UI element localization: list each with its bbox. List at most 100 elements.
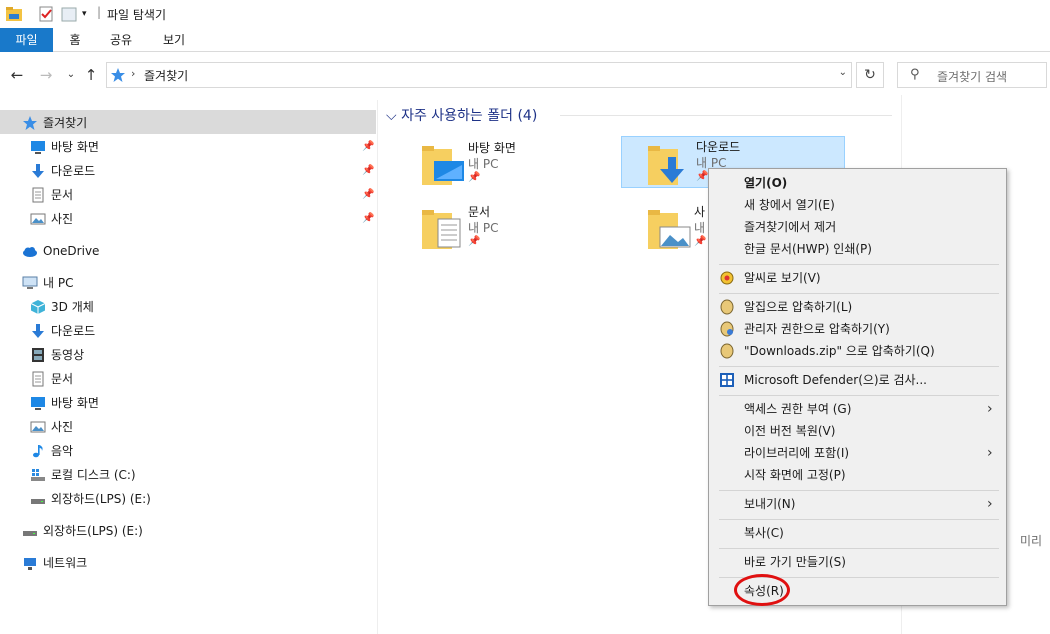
- desktop-icon: [31, 397, 45, 410]
- menu-item-restore-previous[interactable]: 이전 버전 복원(V): [709, 420, 1006, 442]
- address-bar[interactable]: › 즐겨찾기 ⌄: [106, 62, 852, 88]
- menu-item-alsee-view[interactable]: 알씨로 보기(V): [709, 267, 1006, 289]
- computer-icon: [22, 276, 38, 289]
- menu-item-label: 새 창에서 열기(E): [744, 198, 835, 212]
- back-arrow-icon[interactable]: ←: [8, 66, 26, 84]
- sidebar-item-label: 바탕 화면: [51, 140, 99, 154]
- collapse-chevron-icon: ⌵: [386, 108, 402, 124]
- windows-drive-icon: [31, 469, 45, 481]
- menu-item-hwp-print[interactable]: 한글 문서(HWP) 인쇄(P): [709, 238, 1006, 260]
- sidebar-item-label: 다운로드: [51, 324, 96, 338]
- alzip-icon: [720, 343, 734, 359]
- group-divider: [560, 115, 892, 116]
- menu-item-label: "Downloads.zip" 으로 압축하기(Q): [744, 344, 935, 358]
- ribbon-tabs: 파일 홈 공유 보기: [0, 28, 1050, 52]
- menu-item-label: 시작 화면에 고정(P): [744, 468, 846, 482]
- pin-icon: 📌: [362, 213, 375, 224]
- menu-item-open-new-window[interactable]: 새 창에서 열기(E): [709, 194, 1006, 216]
- menu-item-pin-to-start[interactable]: 시작 화면에 고정(P): [709, 464, 1006, 486]
- sidebar-item-label: 동영상: [51, 348, 85, 362]
- customize-dropdown-icon[interactable]: ▾: [82, 9, 87, 19]
- tab-home[interactable]: 홈: [62, 28, 88, 52]
- star-icon: [23, 116, 37, 130]
- pin-icon: 📌: [468, 236, 481, 247]
- search-box[interactable]: ⚲ 즐겨찾기 검색: [897, 62, 1047, 88]
- frequent-folders-header[interactable]: ⌵ 자주 사용하는 폴더 (4): [386, 105, 537, 125]
- address-path[interactable]: 즐겨찾기: [144, 67, 188, 84]
- network-icon: [24, 558, 36, 570]
- menu-item-label: 알집으로 압축하기(L): [744, 300, 853, 314]
- tab-view[interactable]: 보기: [157, 28, 191, 52]
- menu-item-label: 열기(O): [744, 176, 788, 190]
- menu-item-compress-to-zip[interactable]: "Downloads.zip" 으로 압축하기(Q): [709, 340, 1006, 362]
- menu-item-open[interactable]: 열기(O): [709, 172, 1006, 194]
- menu-item-alzip-compress[interactable]: 알집으로 압축하기(L): [709, 296, 1006, 318]
- menu-item-include-library[interactable]: 라이브러리에 포함(I) ›: [709, 442, 1006, 464]
- tab-share[interactable]: 공유: [104, 28, 138, 52]
- tile-location: 내 PC: [468, 157, 499, 171]
- sidebar-item-label: 사진: [51, 212, 74, 226]
- menu-separator: [719, 264, 999, 265]
- menu-item-copy[interactable]: 복사(C): [709, 522, 1006, 544]
- sidebar-item-label: 내 PC: [43, 276, 74, 290]
- defender-shield-icon: [720, 373, 734, 387]
- 3d-cube-icon: [30, 300, 46, 314]
- menu-item-label: 라이브러리에 포함(I): [744, 446, 850, 460]
- search-placeholder[interactable]: 즐겨찾기 검색: [937, 68, 1007, 85]
- sidebar-item-label: 즐겨찾기: [43, 116, 88, 130]
- alsee-viewer-icon: [720, 271, 734, 285]
- sidebar-item-label: 문서: [51, 372, 74, 386]
- desktop-folder-icon: [422, 146, 464, 185]
- menu-item-remove-quick-access[interactable]: 즐겨찾기에서 제거: [709, 216, 1006, 238]
- menu-separator: [719, 548, 999, 549]
- sidebar-item-label: 로컬 디스크 (C:): [51, 468, 136, 482]
- pin-icon: 📌: [362, 189, 375, 200]
- desktop-icon: [31, 141, 45, 154]
- tile-documents[interactable]: 문서 내 PC 📌: [422, 203, 646, 255]
- menu-item-label: 보내기(N): [744, 497, 796, 511]
- refresh-icon: ↻: [864, 67, 876, 83]
- tile-desktop[interactable]: 바탕 화면 내 PC 📌: [422, 139, 646, 191]
- drive-icon: [31, 499, 45, 504]
- sidebar-item-label: OneDrive: [43, 244, 100, 258]
- breadcrumb-chevron-icon[interactable]: ›: [131, 67, 135, 80]
- pictures-folder-icon: [648, 210, 691, 249]
- menu-item-send-to[interactable]: 보내기(N) ›: [709, 493, 1006, 515]
- pin-icon: 📌: [694, 236, 707, 247]
- sidebar-item-label: 문서: [51, 188, 74, 202]
- pin-icon: 📌: [362, 165, 375, 176]
- document-icon: [32, 187, 44, 203]
- menu-item-defender-scan[interactable]: Microsoft Defender(으)로 검사...: [709, 369, 1006, 391]
- menu-item-label: 한글 문서(HWP) 인쇄(P): [744, 242, 872, 256]
- up-arrow-icon[interactable]: ↑: [82, 66, 100, 84]
- menu-item-admin-compress[interactable]: 관리자 권한으로 압축하기(Y): [709, 318, 1006, 340]
- group-title: 자주 사용하는 폴더 (4): [401, 108, 538, 124]
- alzip-icon: [720, 299, 734, 315]
- submenu-arrow-icon: ›: [987, 401, 993, 417]
- sidebar-item-label: 외장하드(LPS) (E:): [43, 524, 143, 538]
- properties-check-icon[interactable]: [38, 6, 54, 22]
- recent-locations-chevron-icon[interactable]: ⌄: [62, 66, 80, 84]
- sidebar-item-label: 음악: [51, 444, 74, 458]
- sidebar-item-label: 외장하드(LPS) (E:): [51, 492, 151, 506]
- menu-item-label: 이전 버전 복원(V): [744, 424, 836, 438]
- menu-item-create-shortcut[interactable]: 바로 가기 만들기(S): [709, 551, 1006, 573]
- sidebar-item-label: 다운로드: [51, 164, 96, 178]
- menu-separator: [719, 519, 999, 520]
- sidebar-item-label: 바탕 화면: [51, 396, 99, 410]
- address-dropdown-icon[interactable]: ⌄: [839, 67, 847, 78]
- search-icon: ⚲: [910, 67, 920, 82]
- tile-location: 내 PC: [468, 221, 499, 235]
- menu-separator: [719, 395, 999, 396]
- new-folder-icon[interactable]: [61, 6, 77, 22]
- document-icon: [32, 371, 44, 387]
- menu-separator: [719, 293, 999, 294]
- context-menu: 열기(O) 새 창에서 열기(E) 즐겨찾기에서 제거 한글 문서(HWP) 인…: [708, 168, 1007, 606]
- menu-item-label: 알씨로 보기(V): [744, 271, 821, 285]
- forward-arrow-icon[interactable]: →: [37, 66, 55, 84]
- menu-item-give-access[interactable]: 액세스 권한 부여 (G) ›: [709, 398, 1006, 420]
- menu-item-label: 액세스 권한 부여 (G): [744, 402, 852, 416]
- refresh-button[interactable]: ↻: [856, 62, 884, 88]
- tab-file[interactable]: 파일: [0, 28, 53, 52]
- tile-name: 사: [694, 205, 706, 219]
